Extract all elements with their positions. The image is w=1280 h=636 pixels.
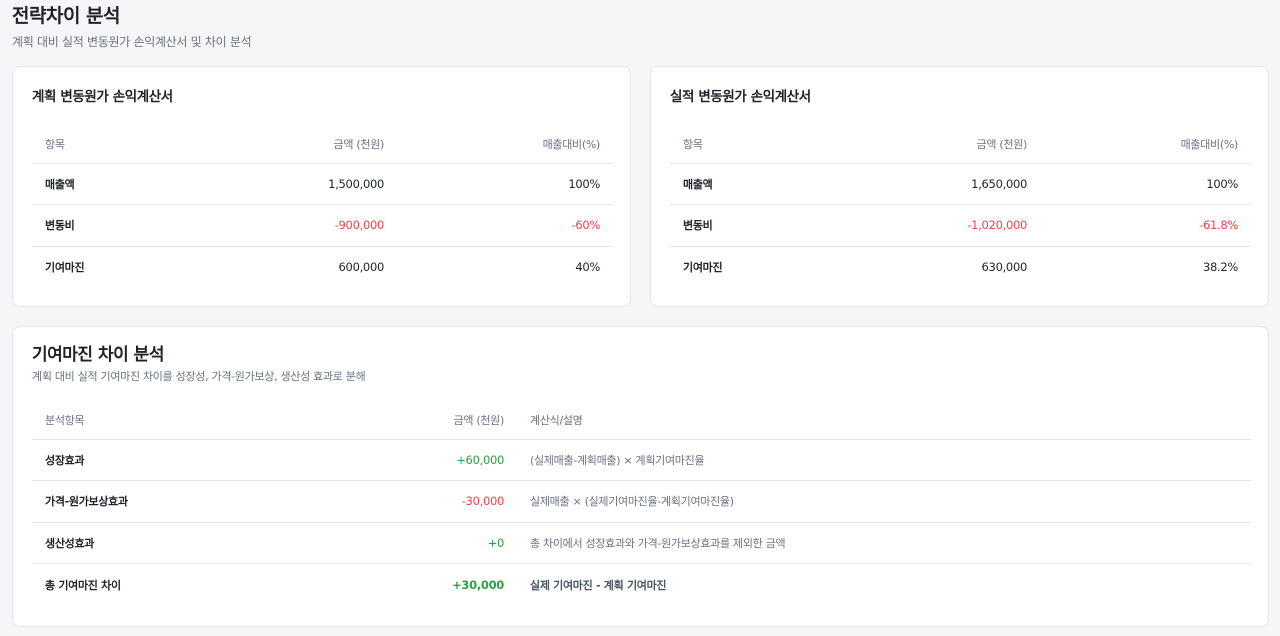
plan-statement-title: 계획 변동원가 손익계산서 — [32, 89, 173, 105]
row-item: 변동비 — [32, 204, 202, 247]
row-amount: 630,000 — [981, 260, 1028, 274]
page-header: 전략차이 분석 계획 대비 실적 변동원가 손익계산서 및 차이 분석 — [12, 4, 252, 50]
row-amount: 600,000 — [338, 260, 385, 274]
row-description: (실제매출-계획매출) × 계획기여마진율 — [517, 439, 1251, 481]
row-description: 실제매출 × (실제기여마진율-계획기여마진율) — [517, 480, 1251, 523]
row-item: 총 기여마진 차이 — [45, 578, 121, 592]
column-header-amount: 금액 (천원) — [202, 125, 397, 164]
table-row: 변동비 -900,000 -60% — [32, 204, 613, 247]
row-amount: 1,650,000 — [840, 163, 1040, 205]
column-header-ratio: 매출대비(%) — [397, 125, 613, 164]
table-row: 기여마진 630,000 38.2% — [670, 246, 1251, 288]
row-description: 실제 기여마진 - 계획 기여마진 — [530, 578, 667, 592]
table-header-row: 항목 금액 (천원) 매출대비(%) — [32, 125, 613, 164]
row-amount: +0 — [332, 522, 517, 564]
row-amount: +60,000 — [332, 439, 517, 481]
row-description: 총 차이에서 성장효과와 가격-원가보상효과를 제외한 금액 — [517, 522, 1251, 564]
plan-statement-card: 계획 변동원가 손익계산서 항목 금액 (천원) 매출대비(%) 매출액 1,5… — [12, 66, 631, 307]
actual-statement-card: 실적 변동원가 손익계산서 항목 금액 (천원) 매출대비(%) 매출액 1,6… — [650, 66, 1269, 307]
table-row: 성장효과 +60,000 (실제매출-계획매출) × 계획기여마진율 — [32, 439, 1251, 481]
column-header-item: 분석항목 — [32, 401, 332, 440]
variance-analysis-card: 기여마진 차이 분석 계획 대비 실적 기여마진 차이를 성장성, 가격-원가보… — [12, 326, 1269, 627]
row-ratio: 38.2% — [1202, 260, 1238, 274]
column-header-item: 항목 — [670, 125, 840, 164]
column-header-item: 항목 — [32, 125, 202, 164]
row-item: 생산성효과 — [32, 522, 332, 564]
column-header-amount: 금액 (천원) — [332, 401, 517, 440]
table-row: 매출액 1,500,000 100% — [32, 163, 613, 205]
table-row: 생산성효과 +0 총 차이에서 성장효과와 가격-원가보상효과를 제외한 금액 — [32, 522, 1251, 564]
variance-analysis-subtitle: 계획 대비 실적 기여마진 차이를 성장성, 가격-원가보상, 생산성 효과로 … — [32, 370, 366, 383]
column-header-ratio: 매출대비(%) — [1040, 125, 1251, 164]
row-ratio: 100% — [397, 163, 613, 205]
row-amount: -30,000 — [332, 480, 517, 523]
row-amount: 1,500,000 — [202, 163, 397, 205]
row-item: 변동비 — [670, 204, 840, 247]
row-ratio: 100% — [1040, 163, 1251, 205]
variance-analysis-title: 기여마진 차이 분석 — [32, 345, 164, 365]
table-row-total: 총 기여마진 차이 +30,000 실제 기여마진 - 계획 기여마진 — [32, 564, 1251, 606]
row-ratio: 40% — [575, 260, 600, 274]
table-row: 가격-원가보상효과 -30,000 실제매출 × (실제기여마진율-계획기여마진… — [32, 480, 1251, 523]
actual-statement-table: 항목 금액 (천원) 매출대비(%) 매출액 1,650,000 100% 변동… — [670, 125, 1251, 288]
table-header-row: 분석항목 금액 (천원) 계산식/설명 — [32, 401, 1251, 440]
row-item: 성장효과 — [32, 439, 332, 481]
row-ratio: -60% — [397, 204, 613, 247]
actual-statement-title: 실적 변동원가 손익계산서 — [670, 89, 811, 105]
variance-analysis-table: 분석항목 금액 (천원) 계산식/설명 성장효과 +60,000 (실제매출-계… — [32, 401, 1251, 605]
table-row: 매출액 1,650,000 100% — [670, 163, 1251, 205]
row-amount: -1,020,000 — [840, 204, 1040, 247]
row-item: 기여마진 — [683, 261, 723, 274]
column-header-amount: 금액 (천원) — [840, 125, 1040, 164]
row-amount: +30,000 — [452, 577, 504, 592]
page: 전략차이 분석 계획 대비 실적 변동원가 손익계산서 및 차이 분석 계획 변… — [0, 0, 1280, 636]
table-row: 기여마진 600,000 40% — [32, 246, 613, 288]
table-header-row: 항목 금액 (천원) 매출대비(%) — [670, 125, 1251, 164]
row-item: 가격-원가보상효과 — [32, 480, 332, 523]
row-item: 기여마진 — [45, 261, 85, 274]
row-item: 매출액 — [670, 163, 840, 205]
table-row: 변동비 -1,020,000 -61.8% — [670, 204, 1251, 247]
row-amount: -900,000 — [202, 204, 397, 247]
column-header-description: 계산식/설명 — [517, 401, 1251, 440]
row-ratio: -61.8% — [1040, 204, 1251, 247]
plan-statement-table: 항목 금액 (천원) 매출대비(%) 매출액 1,500,000 100% 변동… — [32, 125, 613, 288]
row-item: 매출액 — [32, 163, 202, 205]
page-title: 전략차이 분석 — [12, 5, 121, 27]
page-subtitle: 계획 대비 실적 변동원가 손익계산서 및 차이 분석 — [12, 35, 252, 49]
